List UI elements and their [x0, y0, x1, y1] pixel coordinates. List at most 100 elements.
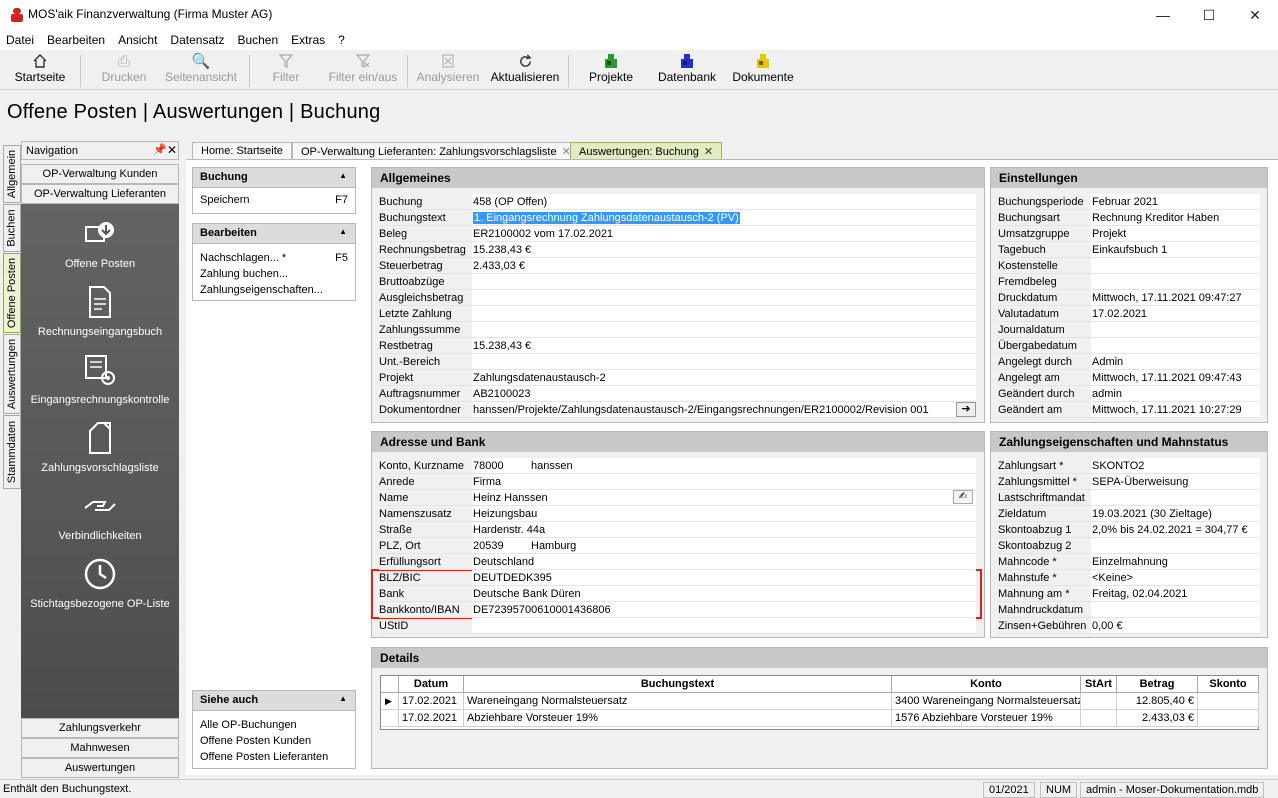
- table-cell[interactable]: 12.805,40 €: [1117, 693, 1198, 710]
- column-header[interactable]: StArt: [1081, 676, 1117, 693]
- field-value[interactable]: Zahlungsdatenaustausch-2: [472, 370, 976, 385]
- table-cell[interactable]: 1576 Abziehbare Vorsteuer 19%: [892, 710, 1081, 727]
- action-speichern[interactable]: Speichern F7: [193, 192, 355, 208]
- field-value[interactable]: 17.02.2021: [1091, 306, 1260, 321]
- field-value[interactable]: [472, 354, 976, 369]
- table-cell[interactable]: [1081, 693, 1117, 710]
- field-value[interactable]: 458 (OP Offen): [472, 194, 976, 209]
- field-value[interactable]: 19.03.2021 (30 Zieltage): [1091, 506, 1260, 521]
- field-value[interactable]: Mittwoch, 17.11.2021 10:27:29: [1091, 402, 1260, 417]
- table-cell[interactable]: [1081, 710, 1117, 727]
- vtab-offene-posten[interactable]: Offene Posten: [3, 253, 21, 333]
- collapse-caret-icon[interactable]: ▲: [339, 227, 347, 236]
- link-offene-posten-kunden[interactable]: Offene Posten Kunden: [193, 733, 355, 749]
- drucken-button[interactable]: ⎙ Drucken: [95, 52, 153, 88]
- close-icon[interactable]: ✕: [167, 143, 177, 157]
- field-value[interactable]: [1091, 602, 1260, 617]
- field-value[interactable]: Firma: [472, 474, 976, 489]
- table-cell[interactable]: 2.433,03 €: [1117, 710, 1198, 727]
- field-value[interactable]: 0,00 €: [1091, 618, 1260, 633]
- field-value[interactable]: Hardenstr. 44a: [472, 522, 976, 537]
- nav-op-verwaltung-kunden[interactable]: OP-Verwaltung Kunden: [21, 164, 179, 184]
- action-zahlungseigenschaften[interactable]: Zahlungseigenschaften...: [193, 282, 355, 298]
- nav-item-eingangsrechnungskontrolle[interactable]: Eingangsrechnungskontrolle: [21, 352, 179, 406]
- action-zahlung-buchen[interactable]: Zahlung buchen...: [193, 266, 355, 282]
- menu-datensatz[interactable]: Datensatz: [164, 30, 231, 50]
- nav-item-rechnungseingangsbuch[interactable]: Rechnungseingangsbuch: [21, 284, 179, 338]
- table-cell[interactable]: [1198, 710, 1259, 727]
- field-value[interactable]: Einkaufsbuch 1: [1091, 242, 1260, 257]
- minimize-button[interactable]: —: [1140, 0, 1186, 30]
- vtab-buchen[interactable]: Buchen: [3, 204, 21, 252]
- nav-item-stichtagsbezogene-op-liste[interactable]: Stichtagsbezogene OP-Liste: [21, 556, 179, 610]
- filter-toggle-button[interactable]: Filter ein/aus: [325, 52, 401, 88]
- column-header[interactable]: Skonto: [1198, 676, 1259, 693]
- field-value[interactable]: 20539: [472, 538, 530, 553]
- field-value[interactable]: Freitag, 02.04.2021: [1091, 586, 1260, 601]
- field-value[interactable]: Admin: [1091, 354, 1260, 369]
- open-folder-arrow-icon[interactable]: ➔: [956, 402, 976, 417]
- nav-auswertungen[interactable]: Auswertungen: [21, 758, 179, 778]
- field-value[interactable]: Projekt: [1091, 226, 1260, 241]
- field-value[interactable]: Heizungsbau: [472, 506, 976, 521]
- nav-item-offene-posten[interactable]: Offene Posten: [21, 216, 179, 270]
- close-window-button[interactable]: ✕: [1232, 0, 1278, 30]
- projekte-button[interactable]: Projekte: [582, 52, 640, 88]
- tab-home-startseite[interactable]: Home: Startseite: [192, 142, 292, 160]
- signature-icon[interactable]: ✍: [953, 490, 973, 504]
- panel-header[interactable]: Bearbeiten ▲: [193, 224, 355, 244]
- vtab-stammdaten[interactable]: Stammdaten: [3, 415, 21, 489]
- link-alle-op-buchungen[interactable]: Alle OP-Buchungen: [193, 717, 355, 733]
- dokumente-button[interactable]: Dokumente: [730, 52, 796, 88]
- seitenansicht-button[interactable]: 🔍 Seitenansicht: [160, 52, 242, 88]
- field-value[interactable]: 78000: [472, 458, 530, 473]
- nav-mahnwesen[interactable]: Mahnwesen: [21, 738, 179, 758]
- field-value[interactable]: Einzelmahnung: [1091, 554, 1260, 569]
- vtab-auswertungen[interactable]: Auswertungen: [3, 334, 21, 414]
- nav-zahlungsverkehr[interactable]: Zahlungsverkehr: [21, 718, 179, 738]
- column-header[interactable]: Datum: [399, 676, 464, 693]
- field-value[interactable]: admin: [1091, 386, 1260, 401]
- panel-header[interactable]: Buchung ▲: [193, 168, 355, 188]
- field-value[interactable]: [1091, 338, 1260, 353]
- menu-buchen[interactable]: Buchen: [231, 30, 285, 50]
- menu-extras[interactable]: Extras: [285, 30, 332, 50]
- field-value[interactable]: 2.433,03 €: [472, 258, 976, 273]
- field-value[interactable]: [472, 274, 976, 289]
- vtab-allgemein[interactable]: Allgemein: [3, 145, 21, 203]
- action-nachschlagen[interactable]: Nachschlagen... * F5: [193, 250, 355, 266]
- field-value[interactable]: Deutschland: [472, 554, 976, 569]
- field-value[interactable]: Deutsche Bank Düren: [472, 586, 976, 601]
- panel-header[interactable]: Siehe auch ▲: [193, 691, 355, 711]
- field-value[interactable]: [472, 618, 976, 633]
- startseite-button[interactable]: Startseite: [9, 52, 71, 88]
- field-value[interactable]: Februar 2021: [1091, 194, 1260, 209]
- aktualisieren-button[interactable]: Aktualisieren: [488, 52, 562, 88]
- tab-auswertungen-buchung[interactable]: Auswertungen: Buchung ✕: [570, 142, 723, 160]
- field-value[interactable]: Mittwoch, 17.11.2021 09:47:27: [1091, 290, 1260, 305]
- nav-op-verwaltung-lieferanten[interactable]: OP-Verwaltung Lieferanten: [21, 184, 179, 204]
- field-value[interactable]: Rechnung Kreditor Haben: [1091, 210, 1260, 225]
- nav-item-zahlungsvorschlagsliste[interactable]: Zahlungsvorschlagsliste: [21, 420, 179, 474]
- table-cell[interactable]: 17.02.2021: [399, 693, 464, 710]
- field-value[interactable]: 2,0% bis 24.02.2021 = 304,77 €: [1091, 522, 1260, 537]
- field-value[interactable]: [1091, 322, 1260, 337]
- column-header[interactable]: Buchungstext: [464, 676, 892, 693]
- field-value[interactable]: 15.238,43 €: [472, 338, 976, 353]
- field-value[interactable]: [472, 306, 976, 321]
- menu-ansicht[interactable]: Ansicht: [112, 30, 164, 50]
- field-value[interactable]: hanssen/Projekte/Zahlungsdatenaustausch-…: [472, 402, 976, 417]
- field-value[interactable]: [1091, 258, 1260, 273]
- field-value[interactable]: SKONTO2: [1091, 458, 1260, 473]
- field-value[interactable]: DEUTDEDK395: [472, 570, 976, 585]
- field-value[interactable]: 1. Eingangsrechnung Zahlungsdatenaustaus…: [472, 210, 976, 225]
- collapse-caret-icon[interactable]: ▲: [339, 171, 347, 180]
- field-value-secondary[interactable]: Hamburg: [530, 538, 976, 553]
- column-header[interactable]: Konto: [892, 676, 1081, 693]
- field-value[interactable]: [1091, 538, 1260, 553]
- menu-help[interactable]: ?: [332, 30, 352, 50]
- link-offene-posten-lieferanten[interactable]: Offene Posten Lieferanten: [193, 749, 355, 765]
- field-value[interactable]: 15.238,43 €: [472, 242, 976, 257]
- maximize-button[interactable]: ☐: [1186, 0, 1232, 30]
- field-value[interactable]: DE72395700610001436806: [472, 602, 976, 617]
